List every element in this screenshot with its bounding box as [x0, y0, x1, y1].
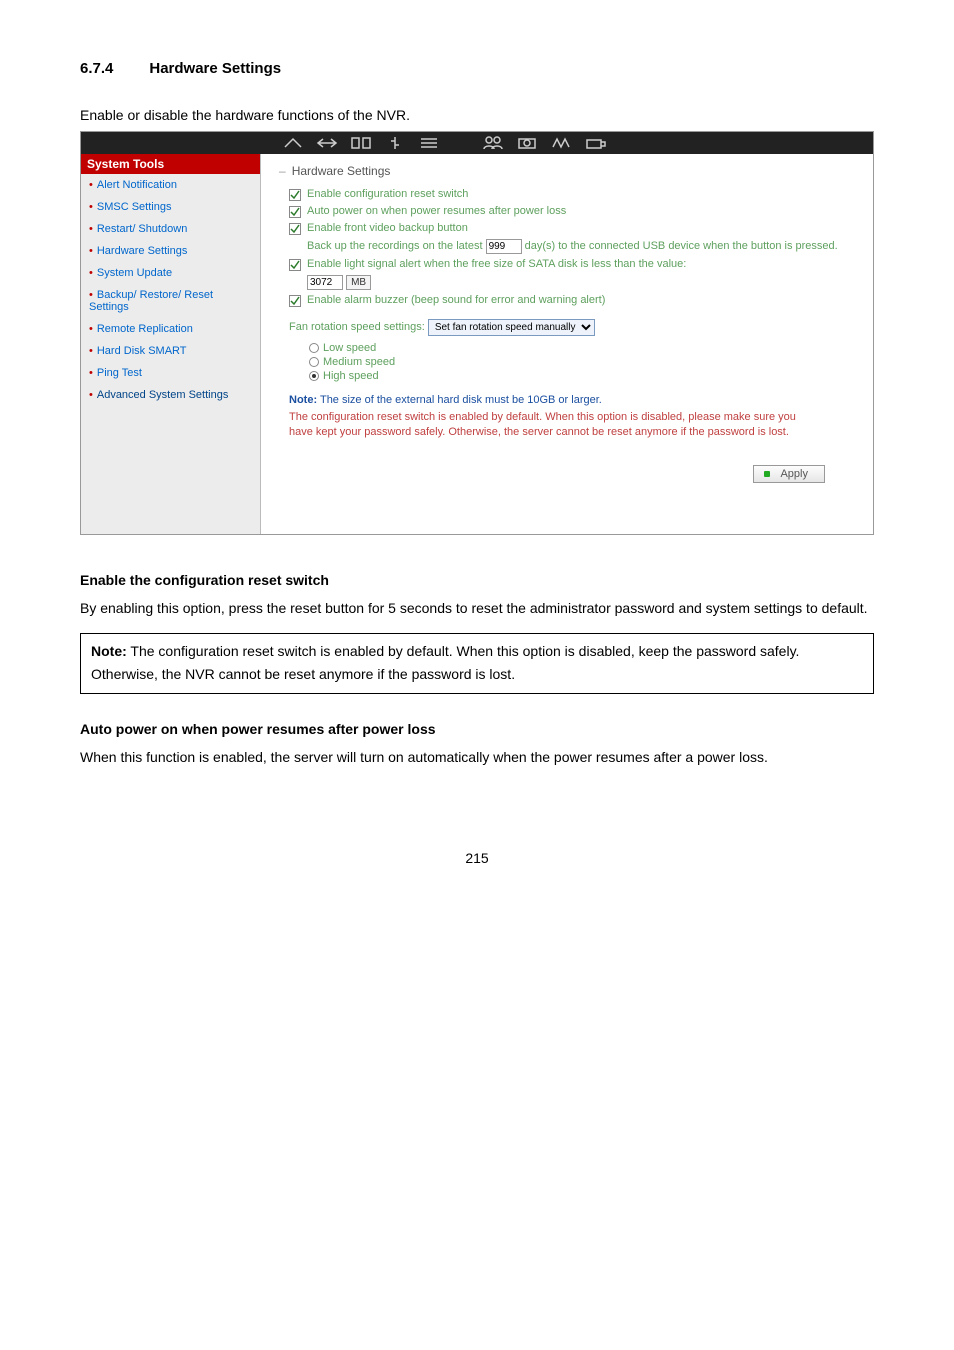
fan-radio-group: Low speed Medium speed High speed — [309, 342, 855, 382]
page-number: 215 — [80, 850, 874, 866]
para-reset: By enabling this option, press the reset… — [80, 597, 874, 621]
opt-sata-alert: Enable light signal alert when the free … — [289, 258, 855, 271]
opt-buzzer-label: Enable alarm buzzer (beep sound for erro… — [307, 294, 605, 306]
sidebar-item-alert[interactable]: •Alert Notification — [81, 174, 260, 196]
sidebar-item-replication[interactable]: •Remote Replication — [81, 318, 260, 340]
sidebar-item-update[interactable]: •System Update — [81, 262, 260, 284]
opt-auto-power-label: Auto power on when power resumes after p… — [307, 205, 566, 217]
opt-sata-label: Enable light signal alert when the free … — [307, 258, 686, 270]
intro-text: Enable or disable the hardware functions… — [80, 107, 874, 123]
sata-value-input[interactable] — [307, 275, 343, 290]
fan-radio-medium[interactable]: Medium speed — [309, 356, 855, 368]
checkbox-sata[interactable] — [289, 259, 301, 271]
opt-reset-switch: Enable configuration reset switch — [289, 188, 855, 201]
devices-icon[interactable] — [349, 135, 373, 151]
sidebar-item-restart[interactable]: •Restart/ Shutdown — [81, 218, 260, 240]
section-heading: 6.7.4Hardware Settings — [80, 60, 874, 77]
opt-front-backup-label: Enable front video backup button — [307, 222, 468, 234]
tools-icon[interactable] — [583, 135, 607, 151]
apply-button[interactable]: Apply — [753, 465, 825, 483]
sidebar-item-smart[interactable]: •Hard Disk SMART — [81, 340, 260, 362]
home-icon[interactable] — [281, 135, 305, 151]
list-icon[interactable] — [417, 135, 441, 151]
toolbar — [81, 132, 873, 154]
camera-icon[interactable] — [515, 135, 539, 151]
record-icon[interactable] — [549, 135, 573, 151]
users-icon[interactable] — [481, 135, 505, 151]
opt-auto-power: Auto power on when power resumes after p… — [289, 205, 855, 218]
subheading-reset: Enable the configuration reset switch — [80, 569, 874, 593]
apply-led-icon — [764, 471, 770, 477]
panel-title: –Hardware Settings — [279, 164, 855, 178]
checkbox-front-backup[interactable] — [289, 223, 301, 235]
sata-unit: MB — [346, 275, 371, 290]
sata-value-row: MB — [307, 275, 855, 290]
fan-label: Fan rotation speed settings: — [289, 321, 425, 333]
document-body: Enable the configuration reset switch By… — [80, 569, 874, 770]
fan-radio-high[interactable]: High speed — [309, 370, 855, 382]
opt-front-backup: Enable front video backup button — [289, 222, 855, 235]
opt-reset-label: Enable configuration reset switch — [307, 188, 468, 200]
app-screenshot: System Tools •Alert Notification •SMSC S… — [80, 131, 874, 535]
fan-row: Fan rotation speed settings: Set fan rot… — [289, 319, 855, 336]
note-line: Note: The size of the external hard disk… — [289, 394, 855, 406]
opt-buzzer: Enable alarm buzzer (beep sound for erro… — [289, 294, 855, 307]
sidebar-item-advanced[interactable]: •Advanced System Settings — [81, 384, 260, 406]
usb-icon[interactable] — [383, 135, 407, 151]
checkbox-buzzer[interactable] — [289, 295, 301, 307]
sidebar: System Tools •Alert Notification •SMSC S… — [81, 154, 261, 534]
fan-select[interactable]: Set fan rotation speed manually — [428, 319, 595, 336]
sidebar-item-hardware[interactable]: •Hardware Settings — [81, 240, 260, 262]
checkbox-auto-power[interactable] — [289, 206, 301, 218]
sidebar-item-smsc[interactable]: •SMSC Settings — [81, 196, 260, 218]
sidebar-item-backup[interactable]: •Backup/ Restore/ Reset Settings — [81, 284, 260, 318]
warning-text: The configuration reset switch is enable… — [289, 410, 809, 441]
note-box: Note: The configuration reset switch is … — [80, 633, 874, 695]
fan-radio-low[interactable]: Low speed — [309, 342, 855, 354]
para-autopower: When this function is enabled, the serve… — [80, 746, 874, 770]
backup-days-input[interactable] — [486, 239, 522, 254]
sidebar-header: System Tools — [81, 154, 260, 174]
backup-days-row: Back up the recordings on the latest day… — [307, 239, 855, 254]
main-panel: –Hardware Settings Enable configuration … — [261, 154, 873, 534]
network-icon[interactable] — [315, 135, 339, 151]
sidebar-item-ping[interactable]: •Ping Test — [81, 362, 260, 384]
checkbox-reset[interactable] — [289, 189, 301, 201]
subheading-autopower: Auto power on when power resumes after p… — [80, 718, 874, 742]
